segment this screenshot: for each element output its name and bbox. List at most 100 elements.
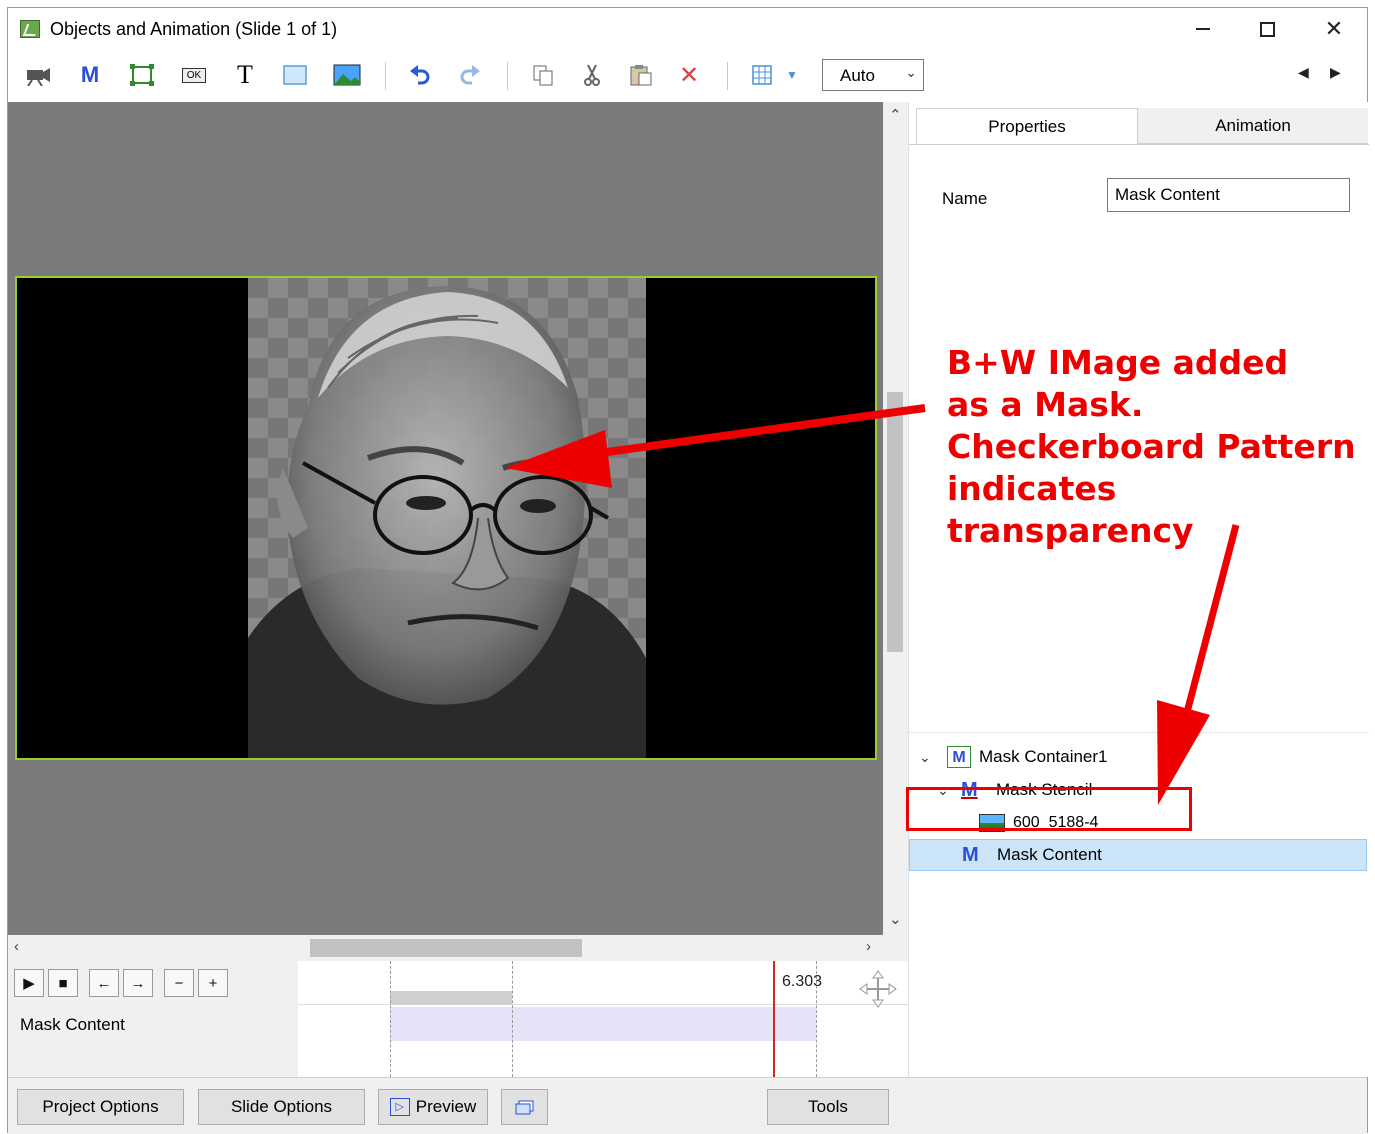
redo-button[interactable] — [454, 60, 486, 90]
undo-button[interactable] — [404, 60, 436, 90]
redo-icon — [460, 65, 480, 85]
add-button-button[interactable]: OK — [178, 60, 210, 90]
keyframe-marker[interactable] — [512, 961, 513, 1077]
image-icon — [333, 64, 361, 86]
toolbar-separator — [385, 62, 386, 90]
text-icon: T — [237, 60, 253, 89]
tree-item-mask-content[interactable]: M Mask Content — [909, 839, 1367, 871]
play-icon: ▶ — [23, 975, 35, 992]
canvas-vertical-scrollbar[interactable]: ⌃ ⌄ — [883, 102, 907, 935]
chevron-down-icon: ▼ — [786, 68, 798, 82]
paste-button[interactable] — [625, 60, 657, 90]
plus-icon: + — [208, 974, 218, 992]
prev-arrow-icon[interactable]: ◀ — [1298, 64, 1309, 81]
object-tree: ⌄ M Mask Container1 ⌄ M Mask Stencil 600… — [909, 732, 1369, 1077]
project-options-button[interactable]: Project Options — [17, 1089, 184, 1125]
arrow-right-icon: → — [130, 974, 146, 992]
scroll-right-icon[interactable]: › — [866, 938, 871, 955]
zoom-value: Auto — [840, 66, 875, 85]
scroll-left-icon[interactable]: ‹ — [14, 938, 19, 955]
next-keyframe-button[interactable]: → — [123, 969, 153, 997]
prev-keyframe-button[interactable]: ← — [89, 969, 119, 997]
preview-icon: ▷ — [389, 1098, 410, 1116]
horizontal-scroll-thumb[interactable] — [310, 939, 582, 957]
button-icon: OK — [181, 67, 207, 83]
preview-label: Preview — [415, 1097, 477, 1116]
zoom-in-timeline-button[interactable]: + — [198, 969, 228, 997]
tab-animation[interactable]: Animation — [1138, 108, 1368, 144]
rectangle-icon — [283, 65, 307, 85]
window-title: Objects and Animation (Slide 1 of 1) — [50, 19, 338, 39]
cut-icon — [584, 64, 600, 86]
delete-icon: ✕ — [678, 61, 700, 89]
grid-dropdown-button[interactable]: ▼ — [782, 60, 802, 90]
canvas-horizontal-scrollbar[interactable]: ‹ › — [8, 935, 883, 961]
timeline-labels: Mask Content — [8, 1005, 298, 1077]
grid-button[interactable] — [746, 60, 778, 90]
scroll-down-icon[interactable]: ⌄ — [889, 910, 902, 928]
bottom-bar: Project Options Slide Options ▷ Preview … — [8, 1077, 1367, 1134]
zoom-select[interactable]: Auto ⌄ — [822, 59, 924, 91]
playhead[interactable] — [773, 961, 775, 1077]
mask-content-image[interactable] — [248, 278, 646, 758]
minimize-icon — [1196, 28, 1210, 30]
add-text-button[interactable]: T — [229, 60, 261, 90]
toolbar-separator — [727, 62, 728, 90]
toolbar-separator — [507, 62, 508, 90]
arrow-left-icon: ← — [96, 974, 112, 992]
tree-item-label: Mask Content — [997, 845, 1102, 864]
next-arrow-icon[interactable]: ▶ — [1330, 64, 1341, 81]
annotation-text: B+W IMage added as a Mask. Checkerboard … — [947, 343, 1356, 550]
name-field[interactable] — [1107, 178, 1350, 212]
close-icon: ✕ — [1324, 16, 1344, 41]
undo-icon — [410, 65, 430, 85]
add-frame-button[interactable] — [126, 60, 158, 90]
timeline-row-label: Mask Content — [20, 1015, 125, 1034]
slide-options-button[interactable]: Slide Options — [198, 1089, 365, 1125]
maximize-button[interactable] — [1238, 8, 1296, 50]
app-icon — [20, 20, 40, 38]
mask-container-icon: M — [947, 746, 971, 768]
timeline-track[interactable]: 6.303 — [298, 961, 908, 1077]
zoom-out-timeline-button[interactable]: − — [164, 969, 194, 997]
chevron-down-icon[interactable]: ⌄ — [919, 749, 931, 766]
cut-button[interactable] — [576, 60, 608, 90]
tools-button[interactable]: Tools — [767, 1089, 889, 1125]
slideshow-button[interactable] — [501, 1089, 548, 1125]
object-duration-band[interactable] — [390, 1007, 816, 1041]
tab-properties[interactable]: Properties — [916, 108, 1138, 144]
close-button[interactable]: ✕ — [1305, 8, 1363, 50]
keyframe-marker[interactable] — [390, 961, 391, 1077]
slides-icon — [515, 1100, 533, 1115]
chevron-down-icon: ⌄ — [905, 64, 917, 80]
add-mask-button[interactable]: M — [74, 60, 106, 90]
highlight-box — [906, 787, 1192, 831]
tree-item-mask-container[interactable]: ⌄ M Mask Container1 — [909, 741, 1367, 773]
minimize-button[interactable] — [1174, 8, 1232, 50]
copy-button[interactable] — [527, 60, 559, 90]
preview-button[interactable]: ▷ Preview — [378, 1089, 488, 1125]
delete-button[interactable]: ✕ — [673, 60, 705, 90]
keyframe-bar[interactable] — [390, 991, 512, 1005]
mask-content-icon: M — [962, 844, 979, 866]
move-icon[interactable] — [858, 969, 898, 1009]
slide-frame[interactable] — [15, 276, 877, 760]
playhead-time: 6.303 — [782, 973, 823, 990]
play-button[interactable]: ▶ — [14, 969, 44, 997]
name-label: Name — [942, 189, 988, 208]
portrait-illustration — [248, 286, 646, 758]
maximize-icon — [1259, 21, 1275, 37]
camera-icon — [27, 68, 50, 86]
timeline-panel: ▶ ■ ← → − + Mask Content 6.303 — [8, 961, 908, 1077]
vertical-scroll-thumb[interactable] — [887, 392, 903, 652]
stop-icon: ■ — [58, 974, 68, 992]
toolbar: M OK T ✕ ▼ Auto ⌄ ◀ ▶ — [8, 50, 1367, 102]
grid-icon — [752, 65, 772, 85]
slide-canvas[interactable] — [8, 102, 883, 935]
add-rectangle-button[interactable] — [279, 60, 311, 90]
timeline-controls: ▶ ■ ← → − + — [8, 961, 298, 1005]
stop-button[interactable]: ■ — [48, 969, 78, 997]
scroll-up-icon[interactable]: ⌃ — [889, 106, 902, 124]
add-image-button[interactable] — [331, 60, 363, 90]
add-camera-button[interactable] — [22, 60, 54, 90]
